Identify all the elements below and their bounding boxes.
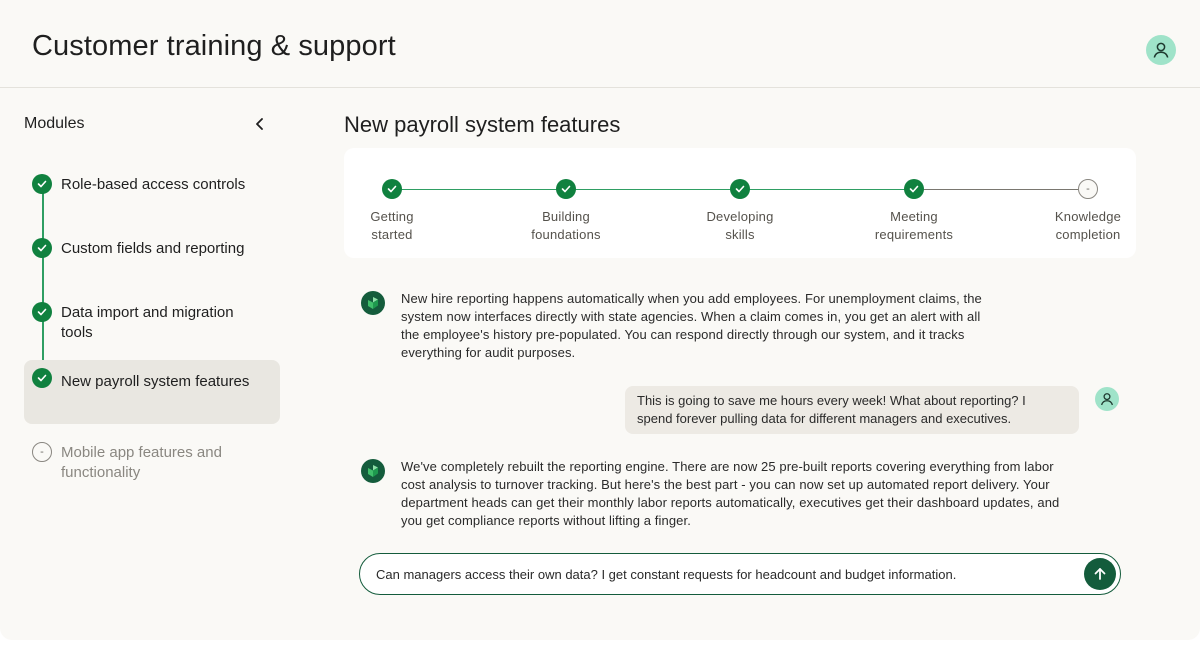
assistant-avatar — [361, 459, 385, 483]
step-complete-dot — [730, 179, 750, 199]
step-label-line2: requirements — [874, 227, 954, 242]
message-line: everything for audit purposes. — [401, 345, 576, 360]
assistant-message: New hire reporting happens automatically… — [401, 290, 1041, 362]
module-title: New payroll system features — [344, 112, 621, 137]
message-line: We've completely rebuilt the reporting e… — [401, 459, 1054, 474]
message-line: spend forever pulling data for different… — [637, 411, 1012, 426]
sidebar-item-role-based-access-controls[interactable]: Role-based access controls — [24, 168, 280, 216]
app-header: Customer training & support — [0, 0, 1200, 88]
check-icon — [735, 185, 745, 193]
app-frame: Customer training & support Modules Role… — [0, 0, 1200, 640]
step-complete-dot — [382, 179, 402, 199]
check-icon — [561, 185, 571, 193]
module-complete-dot — [32, 174, 52, 194]
module-pending-dot: - — [32, 442, 52, 462]
step-label-line2: skills — [725, 227, 755, 242]
module-label: Mobile app features and functionality — [61, 444, 222, 481]
message-line: you get compliance reports without lifti… — [401, 513, 691, 528]
sidebar-title: Modules — [24, 115, 85, 132]
message-line: New hire reporting happens automatically… — [401, 291, 982, 306]
progress-step-developing-skills: Developing skills — [690, 179, 790, 244]
leaf-logo-icon — [368, 465, 378, 477]
leaf-logo-icon — [368, 297, 378, 309]
message-line: This is going to save me hours every wee… — [637, 393, 1026, 408]
step-label-line1: Meeting — [890, 209, 938, 224]
user-message-avatar — [1095, 387, 1119, 411]
assistant-message: We've completely rebuilt the reporting e… — [401, 458, 1121, 530]
user-icon — [1153, 42, 1169, 58]
sidebar-item-custom-fields-and-reporting[interactable]: Custom fields and reporting — [24, 232, 280, 280]
check-icon — [37, 180, 47, 188]
arrow-up-icon — [1094, 568, 1106, 580]
check-icon — [387, 185, 397, 193]
step-complete-dot — [556, 179, 576, 199]
module-complete-dot — [32, 302, 52, 322]
send-button[interactable] — [1084, 558, 1116, 590]
check-icon — [37, 374, 47, 382]
module-progress-card: Getting started Building foundations Dev… — [344, 148, 1136, 258]
step-label: Getting started — [342, 208, 442, 244]
step-complete-dot — [904, 179, 924, 199]
step-label-line2: completion — [1055, 227, 1121, 242]
sidebar-item-new-payroll-system-features[interactable]: New payroll system features — [24, 360, 280, 424]
message-line: cost analysis to turnover tracking. But … — [401, 477, 1050, 492]
user-icon — [1101, 393, 1113, 406]
module-label: Data import and migration tools — [61, 304, 234, 341]
module-label: New payroll system features — [61, 373, 250, 390]
chevron-left-icon — [256, 118, 263, 130]
pending-mark: - — [40, 445, 44, 458]
step-label: Meeting requirements — [864, 208, 964, 244]
message-line: system now interfaces directly with stat… — [401, 309, 981, 324]
check-icon — [37, 308, 47, 316]
user-avatar[interactable] — [1146, 35, 1176, 65]
step-pending-dot: - — [1078, 179, 1098, 199]
app-title: Customer training & support — [32, 30, 396, 62]
check-icon — [37, 244, 47, 252]
message-line: the employee's history pre-populated. Yo… — [401, 327, 965, 342]
progress-step-meeting-requirements: Meeting requirements — [864, 179, 964, 244]
step-label-line1: Developing — [706, 209, 774, 224]
assistant-avatar — [361, 291, 385, 315]
modules-sidebar: Modules Role-based access controls Custo… — [0, 88, 300, 640]
message-input[interactable] — [376, 564, 1076, 584]
step-label: Knowledge completion — [1038, 208, 1138, 244]
check-icon — [909, 185, 919, 193]
step-label-line2: foundations — [531, 227, 601, 242]
progress-step-getting-started: Getting started — [342, 179, 442, 244]
step-label: Developing skills — [690, 208, 790, 244]
module-label: Custom fields and reporting — [61, 240, 245, 257]
pending-mark: - — [1086, 182, 1090, 195]
module-complete-dot — [32, 238, 52, 258]
module-complete-dot — [32, 368, 52, 388]
step-label-line1: Knowledge — [1054, 209, 1122, 224]
step-label: Building foundations — [516, 208, 616, 244]
sidebar-item-data-import-and-migration-tools[interactable]: Data import and migration tools — [24, 296, 280, 344]
progress-track-complete — [392, 189, 914, 190]
progress-step-knowledge-completion: - Knowledge completion — [1038, 179, 1138, 244]
message-composer — [359, 553, 1121, 595]
progress-step-building-foundations: Building foundations — [516, 179, 616, 244]
step-label-line2: started — [371, 227, 413, 242]
module-label: Role-based access controls — [61, 176, 246, 193]
sidebar-item-mobile-app-features-and-functionality[interactable]: - Mobile app features and functionality — [24, 436, 280, 484]
message-line: department heads can get their monthly l… — [401, 495, 1060, 510]
user-message: This is going to save me hours every wee… — [625, 386, 1079, 434]
step-label-line1: Getting — [370, 209, 414, 224]
collapse-sidebar-button[interactable] — [250, 114, 270, 134]
step-label-line1: Building — [542, 209, 590, 224]
